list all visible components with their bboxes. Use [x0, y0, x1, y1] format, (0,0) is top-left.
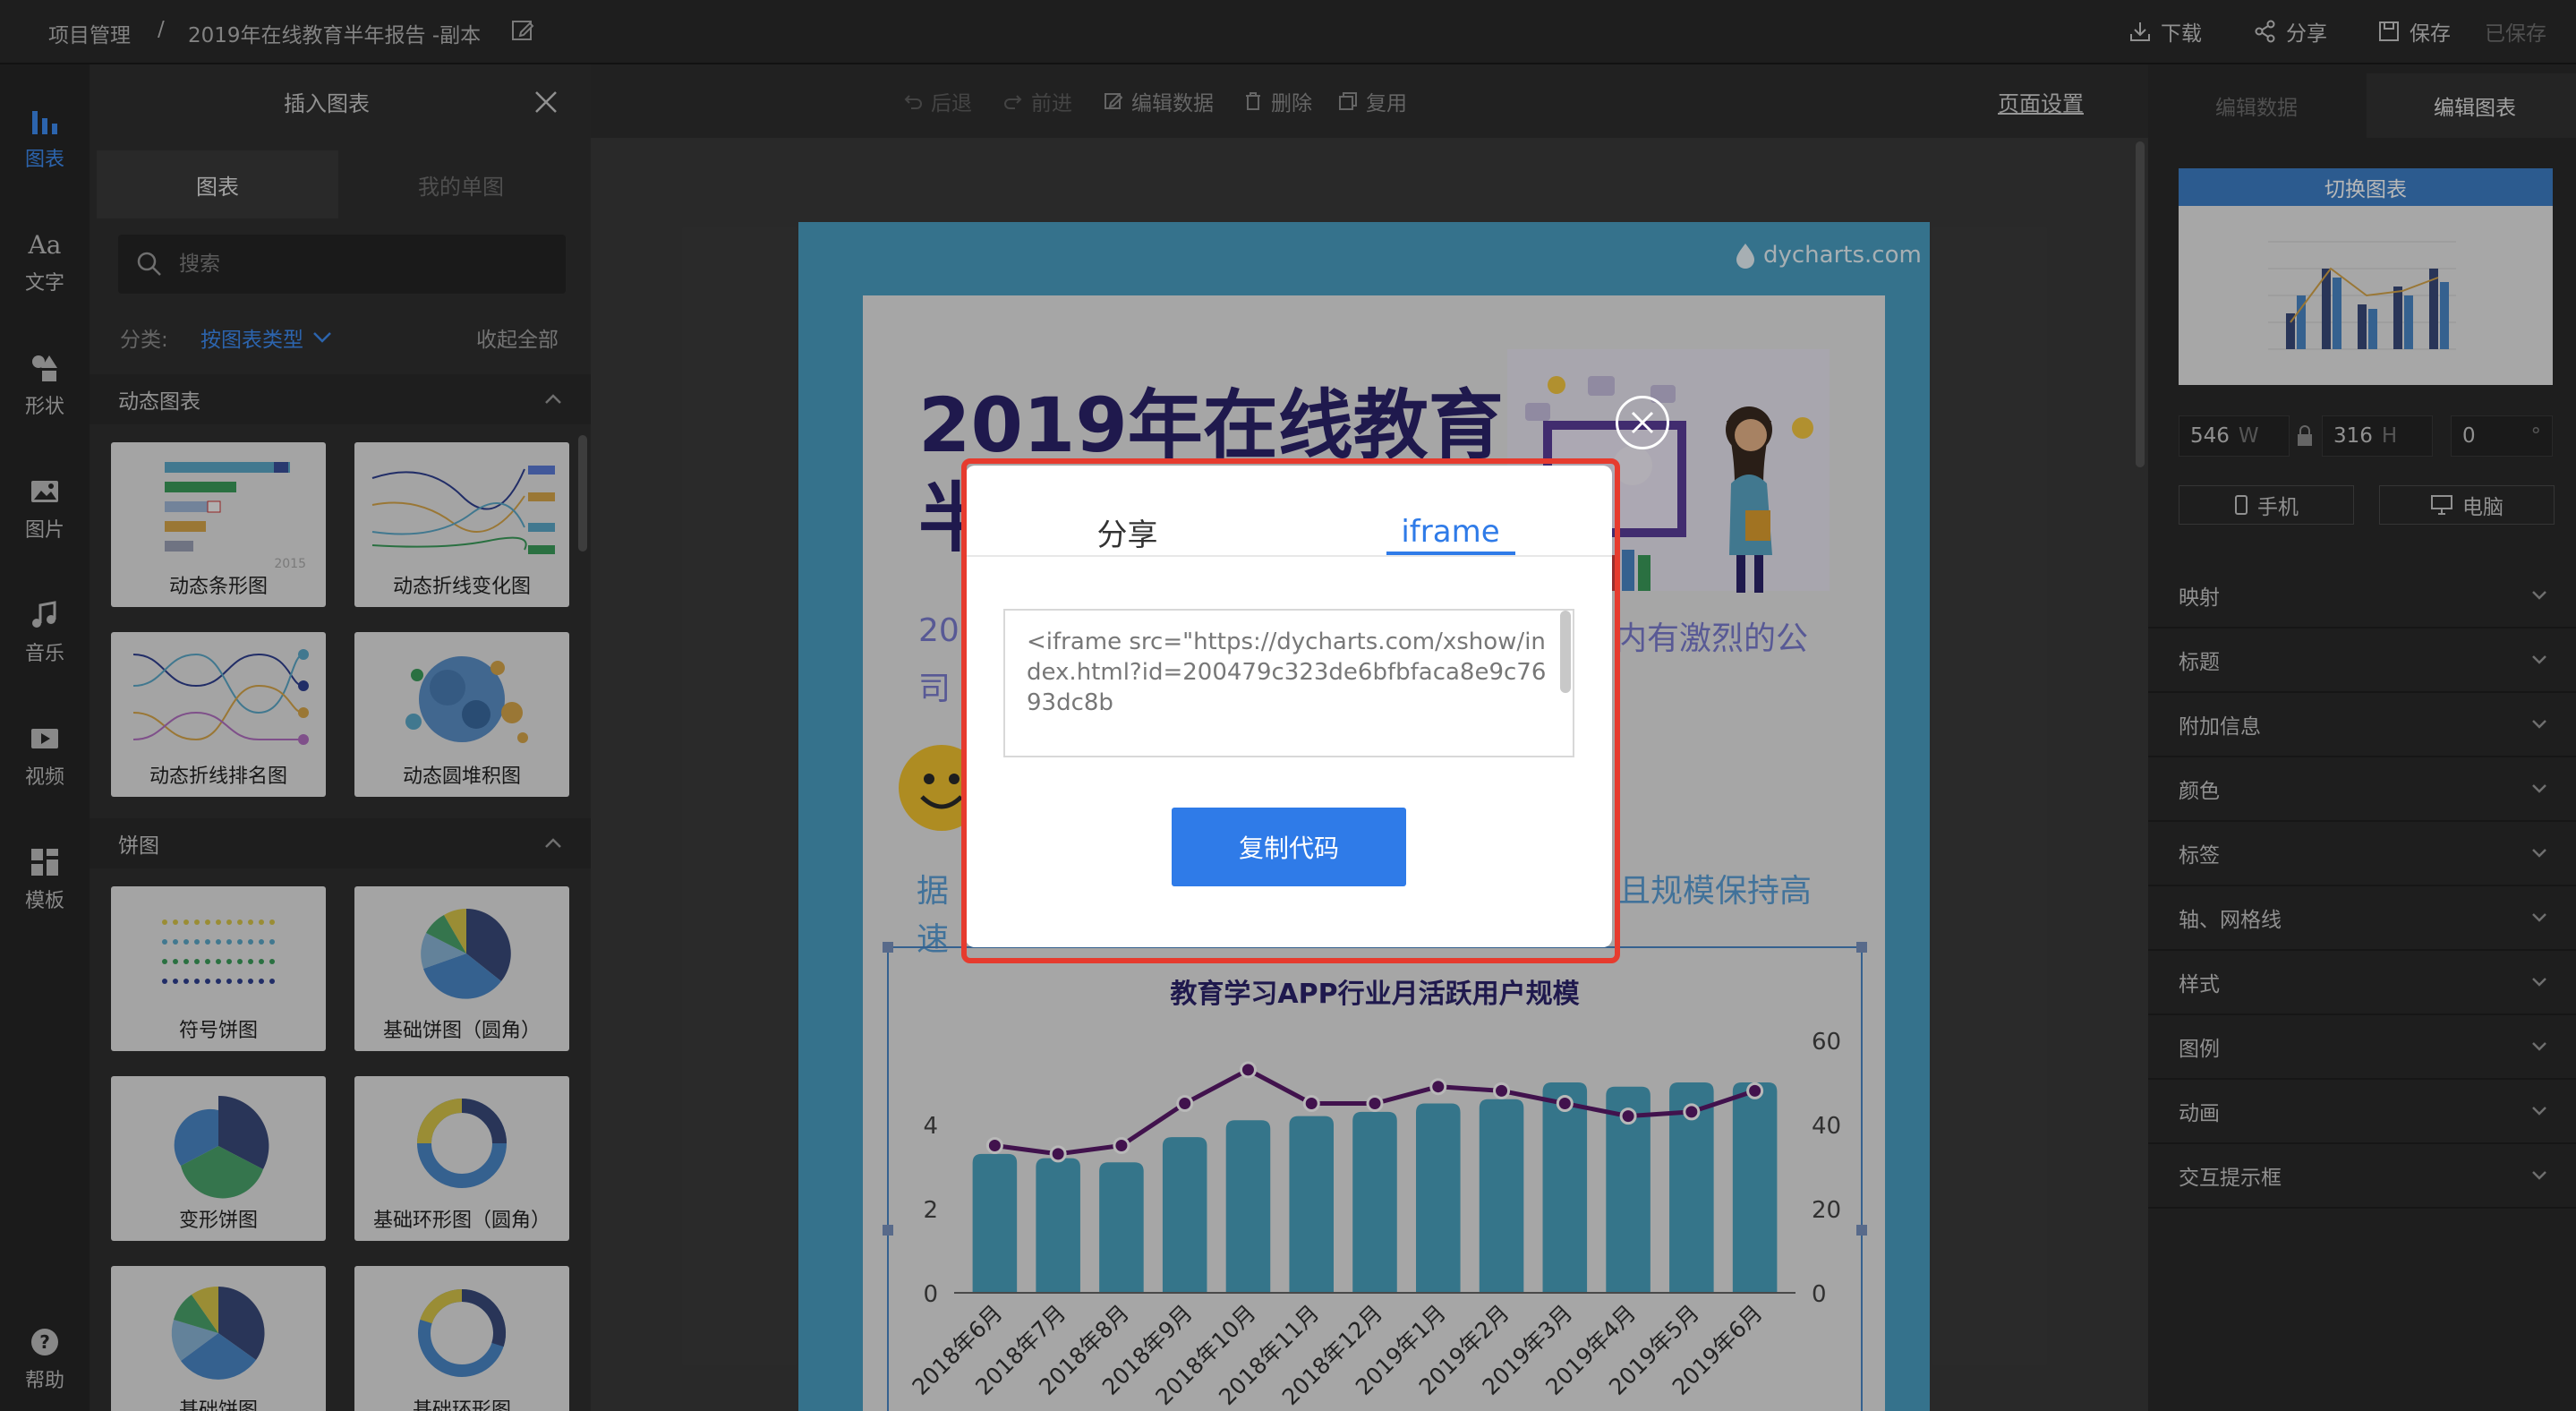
highlight-frame	[961, 458, 1620, 963]
modal-close-button[interactable]	[1616, 396, 1669, 449]
close-icon	[1629, 409, 1656, 436]
